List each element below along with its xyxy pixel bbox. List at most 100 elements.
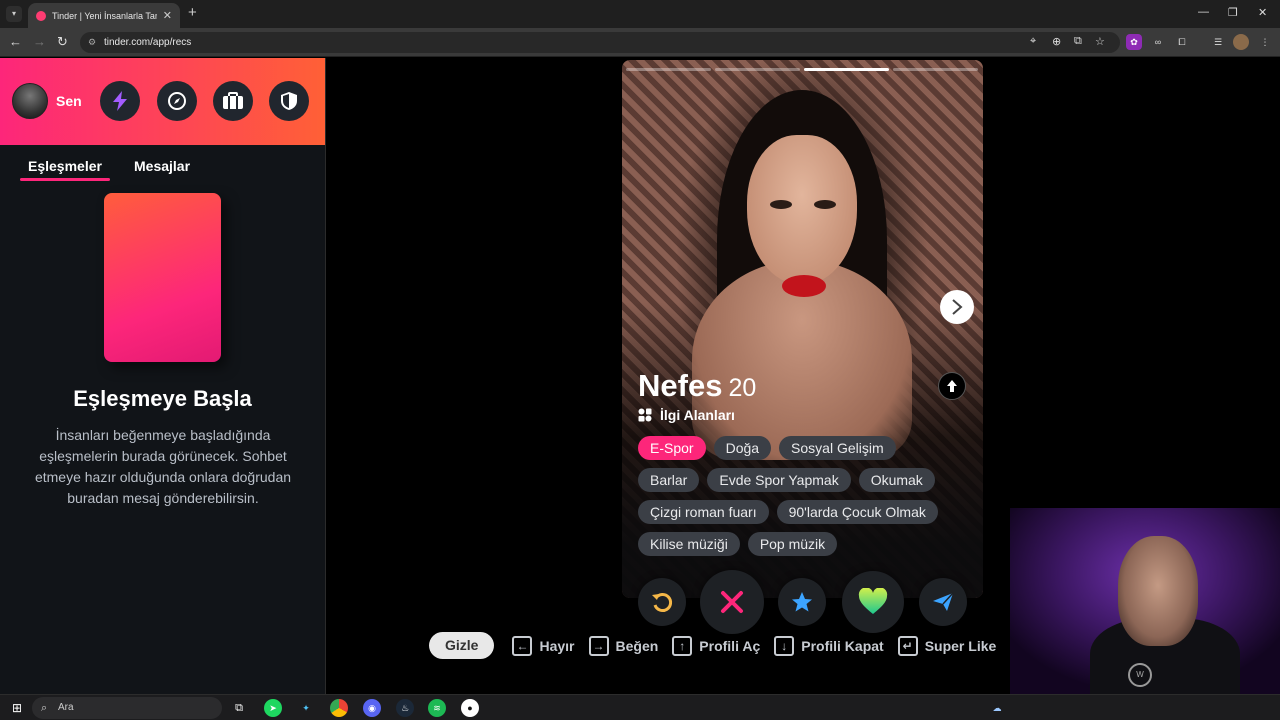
install-icon[interactable]: ⧉ bbox=[1074, 35, 1082, 48]
avatar[interactable] bbox=[12, 83, 48, 119]
photo-face bbox=[747, 135, 857, 285]
address-bar[interactable]: ⚙ tinder.com/app/recs bbox=[80, 32, 1120, 53]
obs-icon[interactable]: ● bbox=[461, 699, 479, 717]
profile-name-text: Nefes bbox=[638, 368, 723, 403]
reload-icon[interactable]: ↻ bbox=[57, 34, 68, 50]
interest-chip: Okumak bbox=[858, 468, 935, 492]
super-like-button[interactable] bbox=[778, 578, 826, 626]
webcam-person bbox=[1118, 536, 1198, 646]
like-icon bbox=[858, 588, 888, 614]
interest-chip: 90'larda Çocuk Olmak bbox=[776, 500, 938, 524]
tab-close-icon[interactable]: ✕ bbox=[163, 9, 172, 22]
forward-icon[interactable]: → bbox=[33, 34, 46, 49]
shortcut-label: Profili Aç bbox=[699, 637, 761, 654]
tinder-favicon-icon bbox=[36, 10, 46, 21]
shield-icon bbox=[281, 92, 297, 110]
photo-eye-left bbox=[770, 200, 792, 209]
profile-card[interactable]: Nefes 20 İlgi Alanları E-Spor Doğa Sosyal… bbox=[622, 60, 983, 598]
photo-indicator[interactable] bbox=[715, 68, 800, 71]
next-photo-button[interactable] bbox=[940, 290, 974, 324]
extensions-puzzle-icon[interactable]: ⧠ bbox=[1174, 34, 1190, 50]
arrow-up-key-icon: ↑ bbox=[672, 635, 693, 656]
enter-key-icon: ↵ bbox=[897, 635, 918, 656]
chevron-right-icon bbox=[952, 299, 963, 315]
tab-search-button[interactable]: ▾ bbox=[6, 6, 22, 22]
discord-icon[interactable]: ◉ bbox=[363, 699, 381, 717]
browser-tab[interactable]: Tinder | Yeni İnsanlarla Tanış, Bu ✕ bbox=[28, 3, 180, 28]
interest-chips: E-Spor Doğa Sosyal Gelişim Barlar Evde S… bbox=[638, 436, 968, 564]
new-tab-button[interactable]: + bbox=[188, 4, 197, 21]
interest-chip: Barlar bbox=[638, 468, 700, 492]
keyboard-shortcuts-bar: Gizle ← Hayır → Beğen ↑ Profili Aç ↓ Pro… bbox=[429, 632, 1010, 659]
restore-icon[interactable]: ❐ bbox=[1228, 6, 1238, 19]
my-profile-label[interactable]: Sen bbox=[56, 93, 82, 109]
taskbar-search-placeholder: Ara bbox=[58, 702, 74, 713]
interest-chip: Doğa bbox=[713, 436, 772, 460]
weather-icon[interactable]: ☁ bbox=[988, 699, 1006, 717]
back-icon[interactable]: ← bbox=[9, 34, 22, 49]
profile-name: Nefes 20 bbox=[638, 368, 756, 404]
super-like-icon bbox=[792, 592, 812, 612]
arrow-right-key-icon: → bbox=[588, 635, 609, 656]
search-icon: ⌕ bbox=[41, 702, 48, 714]
webcam-overlay: W bbox=[1010, 508, 1280, 694]
interests-title: İlgi Alanları bbox=[660, 407, 735, 423]
interests-icon bbox=[638, 408, 652, 422]
wings-app-icon[interactable]: ✦ bbox=[297, 699, 315, 717]
boost-button[interactable] bbox=[100, 81, 140, 121]
open-profile-button[interactable] bbox=[938, 372, 966, 400]
sidebar-header: Sen bbox=[0, 58, 325, 145]
bookmark-star-icon[interactable]: ☆ bbox=[1095, 35, 1105, 48]
boost-button[interactable] bbox=[919, 578, 967, 626]
interest-chip: Çizgi roman fuarı bbox=[638, 500, 769, 524]
windows-taskbar: ⊞ ⌕ Ara ⧉ ➤ ✦ ◉ ♨ ≋ ● ☁ bbox=[0, 694, 1280, 720]
empty-state-description: İnsanları beğenmeye başladığında eşleşme… bbox=[34, 427, 292, 506]
taskbar-search[interactable]: ⌕ Ara bbox=[32, 697, 222, 719]
interest-chip: Kilise müziği bbox=[638, 532, 740, 556]
browser-menu-icon[interactable]: ⋮ bbox=[1257, 34, 1273, 50]
profile-avatar-icon[interactable] bbox=[1233, 34, 1249, 50]
photo-eye-right bbox=[814, 200, 836, 209]
task-view-icon[interactable]: ⧉ bbox=[230, 699, 248, 717]
shortcut-close-profile: ↓ Profili Kapat bbox=[774, 635, 884, 656]
safety-button[interactable] bbox=[269, 81, 309, 121]
location-icon[interactable]: ⌖ bbox=[1030, 35, 1036, 48]
tab-messages[interactable]: Mesajlar bbox=[134, 158, 190, 174]
photo-indicator[interactable] bbox=[626, 68, 711, 71]
minimize-icon[interactable]: — bbox=[1198, 6, 1209, 18]
boost-icon bbox=[933, 592, 954, 611]
interests-heading: İlgi Alanları bbox=[638, 407, 735, 423]
like-button[interactable] bbox=[842, 571, 904, 633]
app-icon[interactable]: ➤ bbox=[264, 699, 282, 717]
windows-start-icon[interactable]: ⊞ bbox=[8, 699, 26, 717]
compass-icon bbox=[168, 92, 186, 110]
spotify-icon[interactable]: ≋ bbox=[428, 699, 446, 717]
empty-matches-card bbox=[104, 193, 221, 362]
extension-icon[interactable]: ✿ bbox=[1126, 34, 1142, 50]
interest-chip: E-Spor bbox=[638, 436, 706, 460]
site-info-icon[interactable]: ⚙ bbox=[88, 32, 96, 53]
reading-list-icon[interactable]: ☰ bbox=[1210, 34, 1226, 50]
explore-button[interactable] bbox=[157, 81, 197, 121]
undo-icon bbox=[652, 593, 673, 612]
arrow-down-key-icon: ↓ bbox=[774, 635, 795, 656]
glasses-extension-icon[interactable]: ∞ bbox=[1150, 34, 1166, 50]
zoom-icon[interactable]: ⊕ bbox=[1052, 35, 1061, 48]
photo-indicator-active[interactable] bbox=[804, 68, 889, 71]
chrome-icon[interactable] bbox=[330, 699, 348, 717]
rewind-button[interactable] bbox=[638, 578, 686, 626]
tab-matches[interactable]: Eşleşmeler bbox=[28, 158, 102, 174]
shortcut-label: Super Like bbox=[924, 637, 997, 654]
shortcut-label: Hayır bbox=[539, 637, 575, 654]
hide-shortcuts-button[interactable]: Gizle bbox=[429, 632, 495, 659]
nope-button[interactable] bbox=[700, 570, 764, 634]
photo-lips bbox=[782, 275, 826, 297]
lightning-icon bbox=[113, 91, 127, 111]
nope-icon bbox=[721, 591, 743, 613]
photo-progress-bar bbox=[626, 68, 978, 72]
shortcut-open-profile: ↑ Profili Aç bbox=[672, 635, 761, 656]
window-close-icon[interactable]: ✕ bbox=[1258, 6, 1267, 19]
steam-icon[interactable]: ♨ bbox=[396, 699, 414, 717]
work-mode-button[interactable] bbox=[213, 81, 253, 121]
photo-indicator[interactable] bbox=[893, 68, 978, 71]
